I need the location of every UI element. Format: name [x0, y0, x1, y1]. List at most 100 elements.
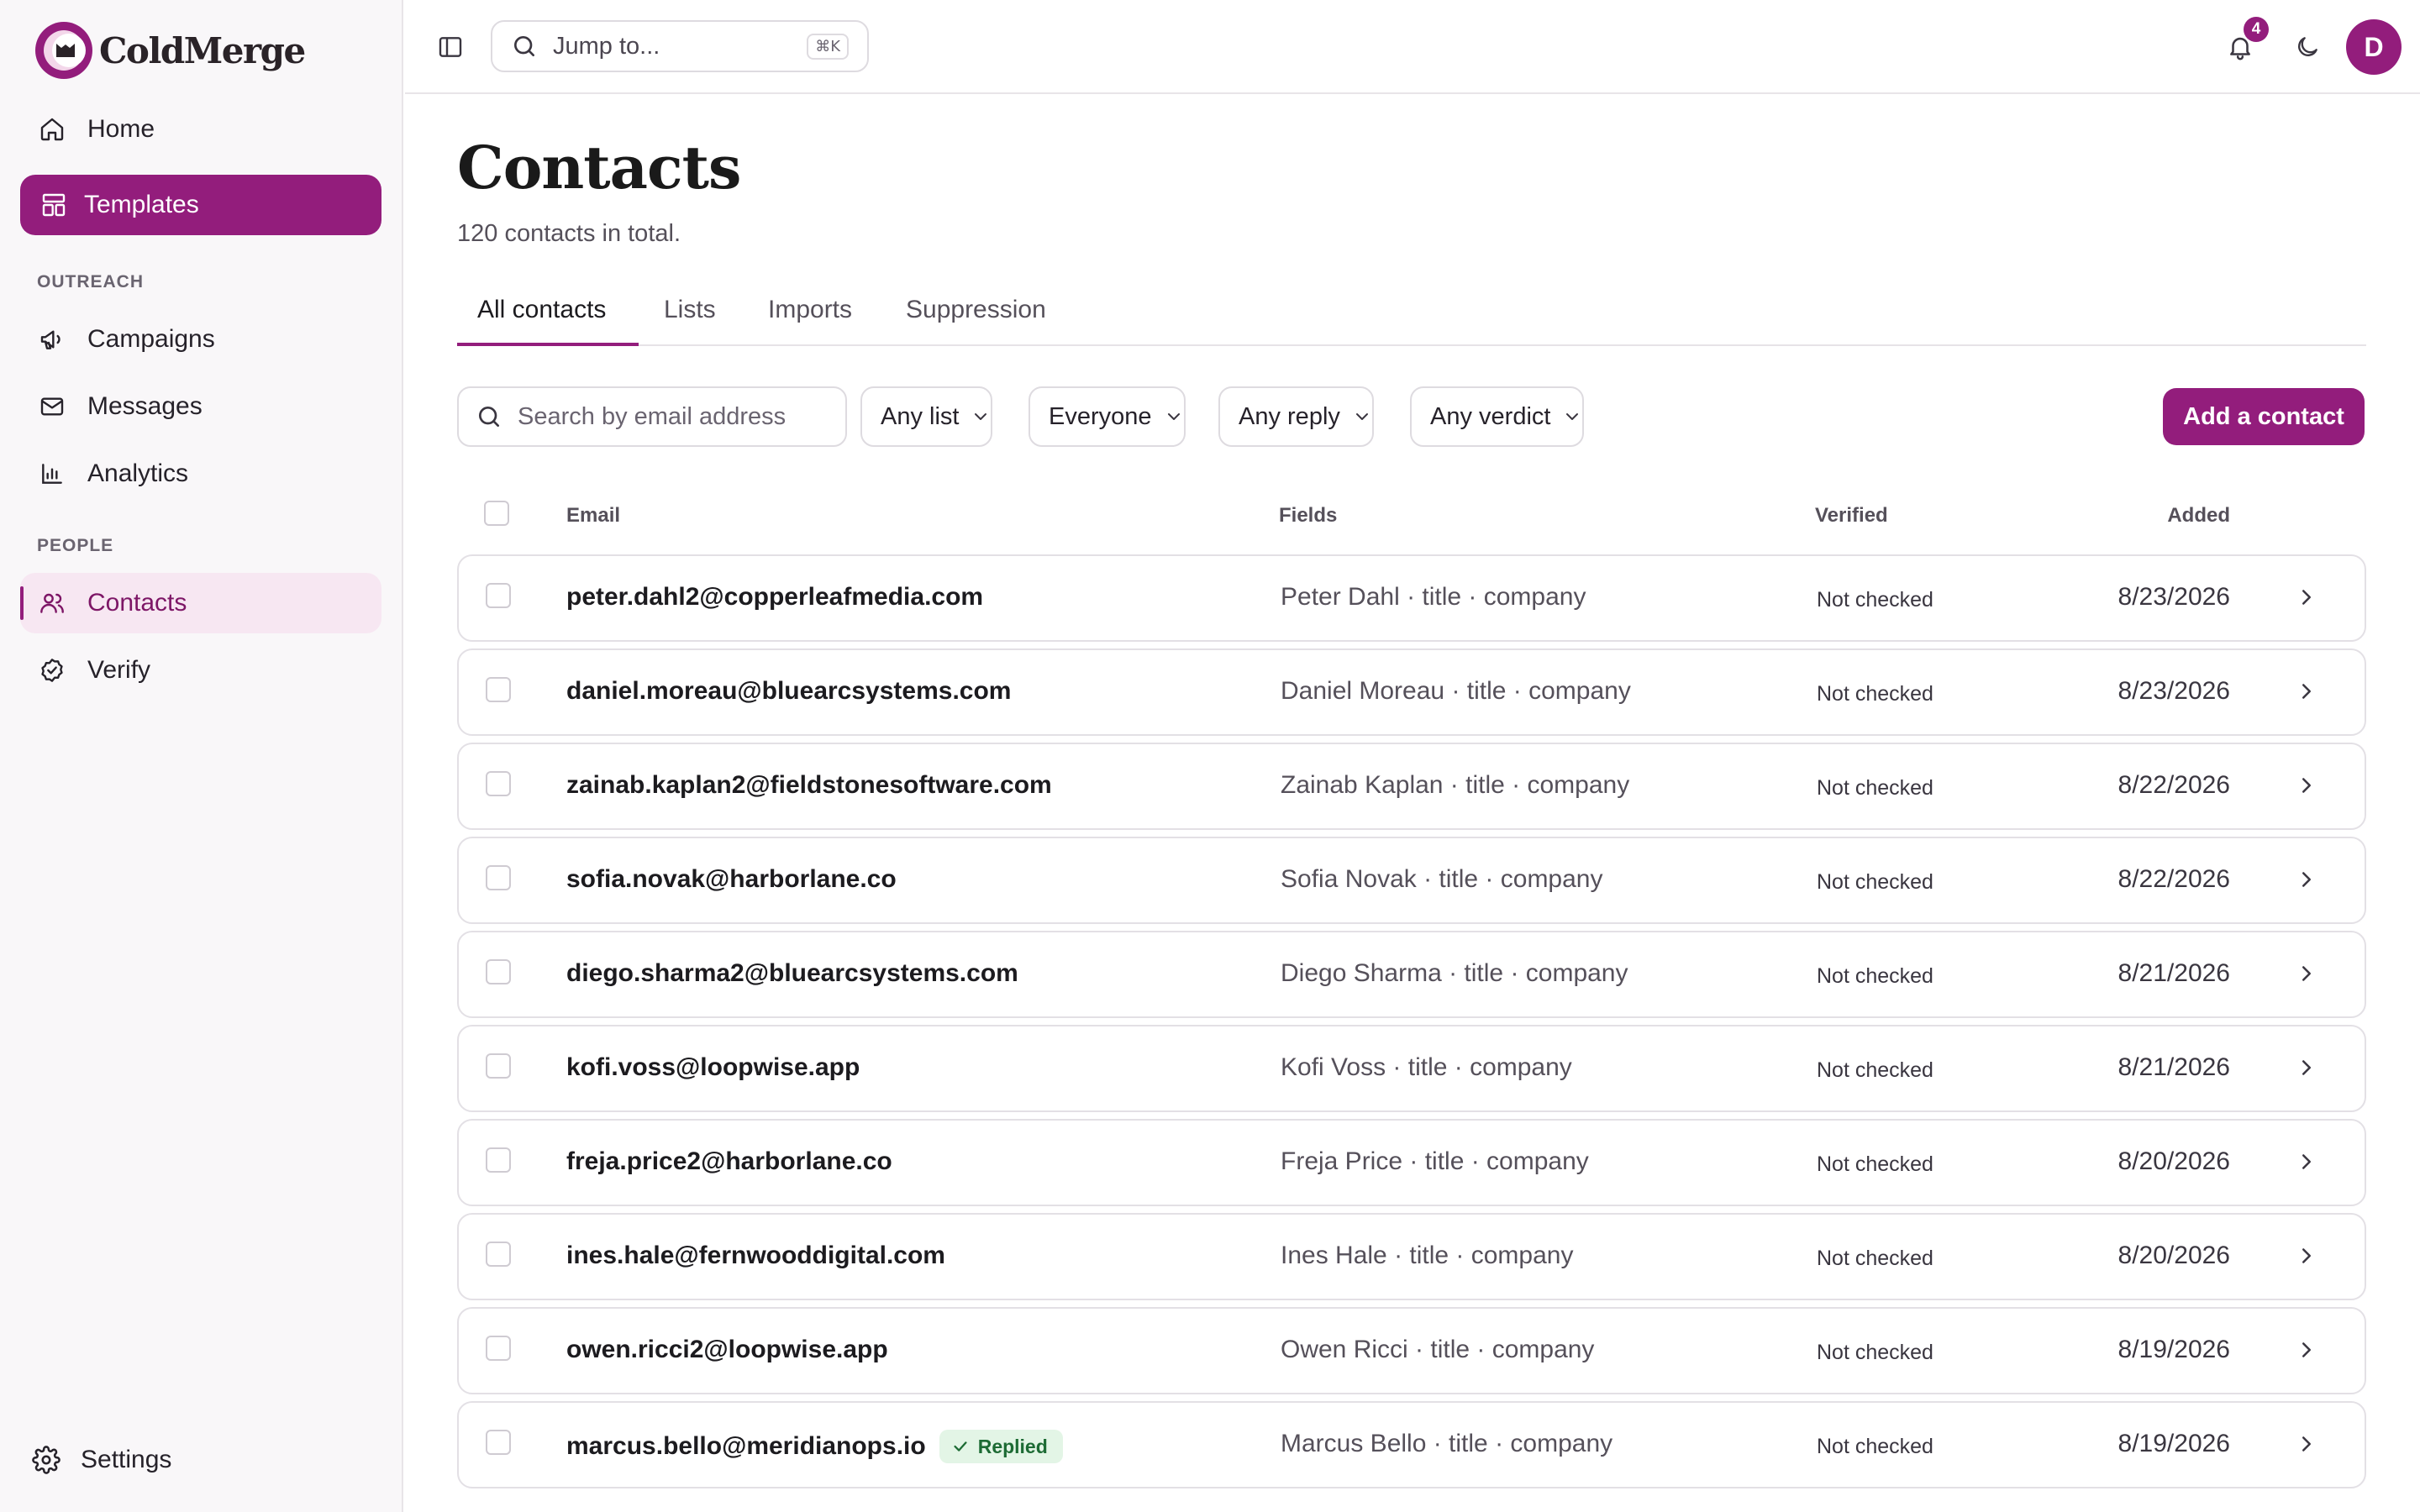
chevron-down-icon: [1355, 413, 1368, 420]
column-header-added: Added: [2167, 504, 2230, 527]
email-text: ines.hale@fernwooddigital.com: [566, 1242, 945, 1269]
date-added: 8/21/2026: [2118, 1053, 2230, 1081]
table-row[interactable]: marcus.bello@meridianops.io Replied Marc…: [457, 1401, 2366, 1488]
select-all-checkbox[interactable]: [484, 501, 509, 526]
sidebar-item-label: Campaigns: [87, 325, 215, 353]
table-row[interactable]: ines.hale@fernwooddigital.com Ines Hale …: [457, 1213, 2366, 1300]
chevron-right-icon[interactable]: [2294, 585, 2319, 610]
section-label-people: PEOPLE: [37, 536, 114, 555]
chevron-right-icon[interactable]: [2294, 773, 2319, 798]
contact-email: freja.price2@harborlane.co: [566, 1147, 892, 1176]
chevron-down-icon: [1167, 413, 1180, 420]
row-checkbox[interactable]: [486, 1053, 511, 1079]
chevron-right-icon[interactable]: [2294, 1055, 2319, 1080]
sidebar-item-messages[interactable]: Messages: [20, 376, 381, 437]
email-text: peter.dahl2@copperleafmedia.com: [566, 583, 984, 611]
verification-status: Not checked: [1817, 776, 1933, 800]
contact-email: kofi.voss@loopwise.app: [566, 1053, 860, 1082]
date-added: 8/20/2026: [2118, 1242, 2230, 1269]
coldmerge-logo-icon: [35, 22, 92, 79]
contact-fields: Marcus Bello · title · company: [1281, 1430, 1613, 1457]
bar-chart-icon: [37, 459, 67, 489]
audience-filter-dropdown[interactable]: Everyone: [1028, 386, 1186, 447]
contact-email: owen.ricci2@loopwise.app: [566, 1336, 888, 1364]
contact-email: zainab.kaplan2@fieldstonesoftware.com: [566, 771, 1052, 800]
chevron-right-icon[interactable]: [2294, 867, 2319, 892]
email-text: owen.ricci2@loopwise.app: [566, 1336, 888, 1363]
row-checkbox[interactable]: [486, 1147, 511, 1173]
table-row[interactable]: owen.ricci2@loopwise.app Owen Ricci · ti…: [457, 1307, 2366, 1394]
sidebar-item-campaigns[interactable]: Campaigns: [20, 309, 381, 370]
sidebar-item-analytics[interactable]: Analytics: [20, 444, 381, 504]
user-avatar[interactable]: D: [2346, 19, 2402, 75]
reply-filter-value: Any reply: [1239, 402, 1340, 430]
templates-icon: [39, 190, 69, 220]
table-row[interactable]: daniel.moreau@bluearcsystems.com Daniel …: [457, 648, 2366, 736]
row-checkbox[interactable]: [486, 865, 511, 890]
chevron-right-icon[interactable]: [2294, 1149, 2319, 1174]
table-row[interactable]: zainab.kaplan2@fieldstonesoftware.com Za…: [457, 743, 2366, 830]
row-checkbox[interactable]: [486, 1336, 511, 1361]
verification-status: Not checked: [1817, 870, 1933, 894]
sidebar-item-home[interactable]: Home: [20, 99, 381, 160]
table-row[interactable]: diego.sharma2@bluearcsystems.com Diego S…: [457, 931, 2366, 1018]
contact-email: diego.sharma2@bluearcsystems.com: [566, 959, 1018, 988]
tab-lists[interactable]: Lists: [664, 296, 716, 324]
row-checkbox[interactable]: [486, 677, 511, 702]
email-search-box[interactable]: [457, 386, 847, 447]
verdict-filter-dropdown[interactable]: Any verdict: [1410, 386, 1585, 447]
table-row[interactable]: freja.price2@harborlane.co Freja Price ·…: [457, 1119, 2366, 1206]
jump-to-search[interactable]: Jump to... ⌘K: [491, 20, 869, 72]
verification-status: Not checked: [1817, 1341, 1933, 1364]
sidebar-item-templates[interactable]: Templates: [20, 175, 381, 235]
contact-email: ines.hale@fernwooddigital.com: [566, 1242, 945, 1270]
chevron-right-icon[interactable]: [2294, 961, 2319, 986]
row-checkbox[interactable]: [486, 583, 511, 608]
contact-email: sofia.novak@harborlane.co: [566, 865, 897, 894]
contacts-tabs: All contacts Lists Imports Suppression: [457, 286, 2366, 346]
email-text: freja.price2@harborlane.co: [566, 1147, 892, 1175]
sidebar: ColdMerge Home Templates OUTREACH Campai…: [0, 0, 403, 1512]
sidebar-toggle-button[interactable]: [430, 27, 471, 67]
sidebar-item-label: Home: [87, 115, 155, 143]
chevron-right-icon[interactable]: [2294, 1431, 2319, 1457]
sidebar-item-label: Analytics: [87, 459, 189, 487]
contact-fields: Kofi Voss · title · company: [1281, 1053, 1572, 1081]
sidebar-item-label: Messages: [87, 392, 203, 420]
tab-imports[interactable]: Imports: [768, 296, 852, 324]
brand[interactable]: ColdMerge: [32, 18, 306, 82]
chevron-right-icon[interactable]: [2294, 1243, 2319, 1268]
list-filter-dropdown[interactable]: Any list: [860, 386, 993, 447]
table-row[interactable]: sofia.novak@harborlane.co Sofia Novak · …: [457, 837, 2366, 924]
chevron-right-icon[interactable]: [2294, 679, 2319, 704]
sidebar-item-verify[interactable]: Verify: [20, 640, 381, 701]
verification-status: Not checked: [1817, 964, 1933, 988]
add-contact-button[interactable]: Add a contact: [2163, 388, 2365, 445]
date-added: 8/23/2026: [2118, 677, 2230, 705]
tab-all-contacts[interactable]: All contacts: [477, 296, 606, 324]
sidebar-item-settings[interactable]: Settings: [32, 1430, 171, 1490]
reply-filter-dropdown[interactable]: Any reply: [1218, 386, 1374, 447]
row-checkbox[interactable]: [486, 1430, 511, 1455]
verdict-filter-value: Any verdict: [1430, 402, 1551, 430]
row-checkbox[interactable]: [486, 771, 511, 796]
sidebar-item-contacts[interactable]: Contacts: [20, 573, 381, 633]
table-row[interactable]: peter.dahl2@copperleafmedia.com Peter Da…: [457, 554, 2366, 642]
date-added: 8/22/2026: [2118, 865, 2230, 893]
tab-suppression[interactable]: Suppression: [906, 296, 1046, 324]
date-added: 8/22/2026: [2118, 771, 2230, 799]
chevron-right-icon[interactable]: [2294, 1337, 2319, 1362]
theme-toggle-button[interactable]: [2286, 25, 2329, 69]
contact-email: peter.dahl2@copperleafmedia.com: [566, 583, 983, 612]
row-checkbox[interactable]: [486, 1242, 511, 1267]
list-filter-value: Any list: [881, 402, 960, 430]
table-row[interactable]: kofi.voss@loopwise.app Kofi Voss · title…: [457, 1025, 2366, 1112]
row-checkbox[interactable]: [486, 959, 511, 984]
active-indicator: [20, 586, 24, 620]
email-search-input[interactable]: [518, 402, 837, 431]
contact-fields: Diego Sharma · title · company: [1281, 959, 1628, 987]
sidebar-item-label: Contacts: [87, 589, 187, 617]
column-header-email: Email: [566, 504, 621, 527]
verification-status: Not checked: [1817, 1435, 1933, 1458]
active-tab-indicator: [457, 343, 639, 346]
